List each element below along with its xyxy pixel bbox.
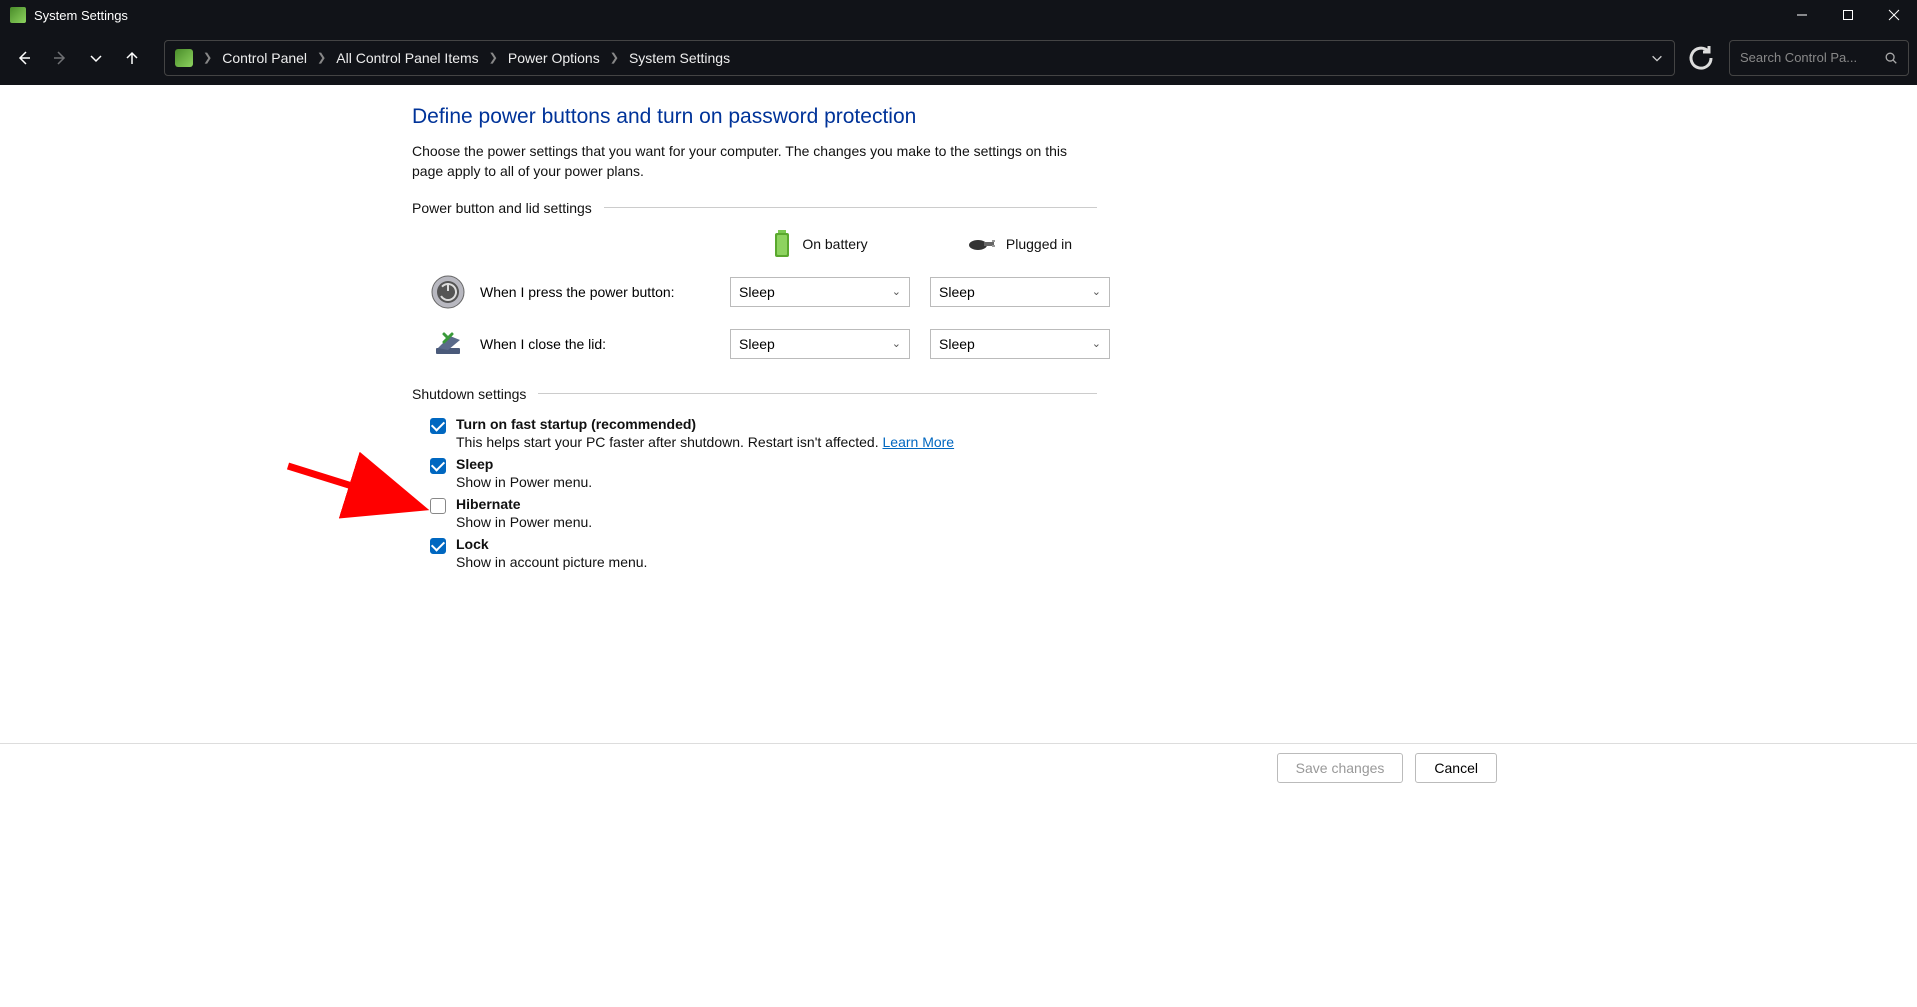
checkbox-fast-startup[interactable] bbox=[430, 418, 446, 434]
nav-row: ❯ Control Panel ❯ All Control Panel Item… bbox=[0, 30, 1917, 85]
cancel-button[interactable]: Cancel bbox=[1415, 753, 1497, 783]
select-close-lid-battery[interactable]: Sleep ⌄ bbox=[730, 329, 910, 359]
search-input[interactable]: Search Control Pa... bbox=[1729, 40, 1909, 76]
window-title: System Settings bbox=[34, 8, 128, 23]
arrow-up-icon bbox=[124, 50, 140, 66]
checkbox-lock[interactable] bbox=[430, 538, 446, 554]
checkbox-desc: Show in Power menu. bbox=[456, 474, 592, 490]
chevron-down-icon: ⌄ bbox=[892, 285, 901, 298]
divider bbox=[604, 207, 1097, 208]
page-heading: Define power buttons and turn on passwor… bbox=[412, 105, 1097, 129]
breadcrumb-item[interactable]: Control Panel bbox=[222, 50, 307, 66]
titlebar: System Settings bbox=[0, 0, 1917, 30]
close-button[interactable] bbox=[1871, 0, 1917, 30]
checkbox-title: Sleep bbox=[456, 456, 592, 472]
chevron-down-icon: ⌄ bbox=[1092, 285, 1101, 298]
select-close-lid-plugged[interactable]: Sleep ⌄ bbox=[930, 329, 1110, 359]
checkbox-item-hibernate: Hibernate Show in Power menu. bbox=[430, 496, 1097, 530]
breadcrumb-item[interactable]: System Settings bbox=[629, 50, 730, 66]
close-icon bbox=[1888, 9, 1900, 21]
maximize-button[interactable] bbox=[1825, 0, 1871, 30]
checkbox-sleep[interactable] bbox=[430, 458, 446, 474]
save-changes-button[interactable]: Save changes bbox=[1277, 753, 1404, 783]
learn-more-link[interactable]: Learn More bbox=[883, 434, 955, 450]
section-header-shutdown: Shutdown settings bbox=[412, 386, 1097, 402]
breadcrumb-item[interactable]: All Control Panel Items bbox=[336, 50, 478, 66]
battery-icon bbox=[772, 230, 792, 258]
column-header-plugged: Plugged in bbox=[930, 235, 1110, 253]
checkbox-desc: This helps start your PC faster after sh… bbox=[456, 434, 954, 450]
section-header-power-button: Power button and lid settings bbox=[412, 200, 1097, 216]
chevron-icon: ❯ bbox=[610, 51, 619, 64]
shutdown-settings-list: Turn on fast startup (recommended) This … bbox=[430, 416, 1097, 570]
refresh-button[interactable] bbox=[1685, 42, 1717, 74]
checkbox-title: Turn on fast startup (recommended) bbox=[456, 416, 954, 432]
checkbox-title: Lock bbox=[456, 536, 647, 552]
maximize-icon bbox=[1842, 9, 1854, 21]
refresh-icon bbox=[1685, 42, 1717, 74]
row-press-power: When I press the power button: bbox=[430, 274, 710, 310]
forward-button[interactable] bbox=[44, 42, 76, 74]
select-press-power-plugged[interactable]: Sleep ⌄ bbox=[930, 277, 1110, 307]
back-button[interactable] bbox=[8, 42, 40, 74]
checkbox-item-fast-startup: Turn on fast startup (recommended) This … bbox=[430, 416, 1097, 450]
minimize-button[interactable] bbox=[1779, 0, 1825, 30]
up-button[interactable] bbox=[116, 42, 148, 74]
checkbox-hibernate[interactable] bbox=[430, 498, 446, 514]
app-icon bbox=[10, 7, 26, 23]
column-header-battery: On battery bbox=[730, 230, 910, 258]
checkbox-desc: Show in account picture menu. bbox=[456, 554, 647, 570]
page-description: Choose the power settings that you want … bbox=[412, 141, 1097, 182]
chevron-down-icon: ⌄ bbox=[892, 337, 901, 350]
plug-icon bbox=[968, 235, 996, 253]
search-placeholder: Search Control Pa... bbox=[1740, 50, 1884, 65]
chevron-icon: ❯ bbox=[203, 51, 212, 64]
content-area: Define power buttons and turn on passwor… bbox=[0, 85, 1917, 755]
chevron-down-icon bbox=[88, 50, 104, 66]
checkbox-item-sleep: Sleep Show in Power menu. bbox=[430, 456, 1097, 490]
checkbox-title: Hibernate bbox=[456, 496, 592, 512]
chevron-down-icon: ⌄ bbox=[1092, 337, 1101, 350]
checkbox-item-lock: Lock Show in account picture menu. bbox=[430, 536, 1097, 570]
divider bbox=[538, 393, 1097, 394]
power-button-grid: On battery Plugged in When I press bbox=[430, 230, 1097, 362]
select-press-power-battery[interactable]: Sleep ⌄ bbox=[730, 277, 910, 307]
arrow-left-icon bbox=[16, 50, 32, 66]
chevron-icon: ❯ bbox=[489, 51, 498, 64]
power-button-icon bbox=[430, 274, 466, 310]
breadcrumb-item[interactable]: Power Options bbox=[508, 50, 600, 66]
laptop-lid-icon bbox=[430, 326, 466, 362]
control-panel-icon bbox=[175, 49, 193, 67]
chevron-down-icon[interactable] bbox=[1650, 51, 1664, 65]
row-close-lid: When I close the lid: bbox=[430, 326, 710, 362]
checkbox-desc: Show in Power menu. bbox=[456, 514, 592, 530]
footer-bar: Save changes Cancel bbox=[0, 743, 1917, 791]
address-bar[interactable]: ❯ Control Panel ❯ All Control Panel Item… bbox=[164, 40, 1675, 76]
history-button[interactable] bbox=[80, 42, 112, 74]
search-icon bbox=[1884, 51, 1898, 65]
minimize-icon bbox=[1796, 9, 1808, 21]
chevron-icon: ❯ bbox=[317, 51, 326, 64]
arrow-right-icon bbox=[52, 50, 68, 66]
